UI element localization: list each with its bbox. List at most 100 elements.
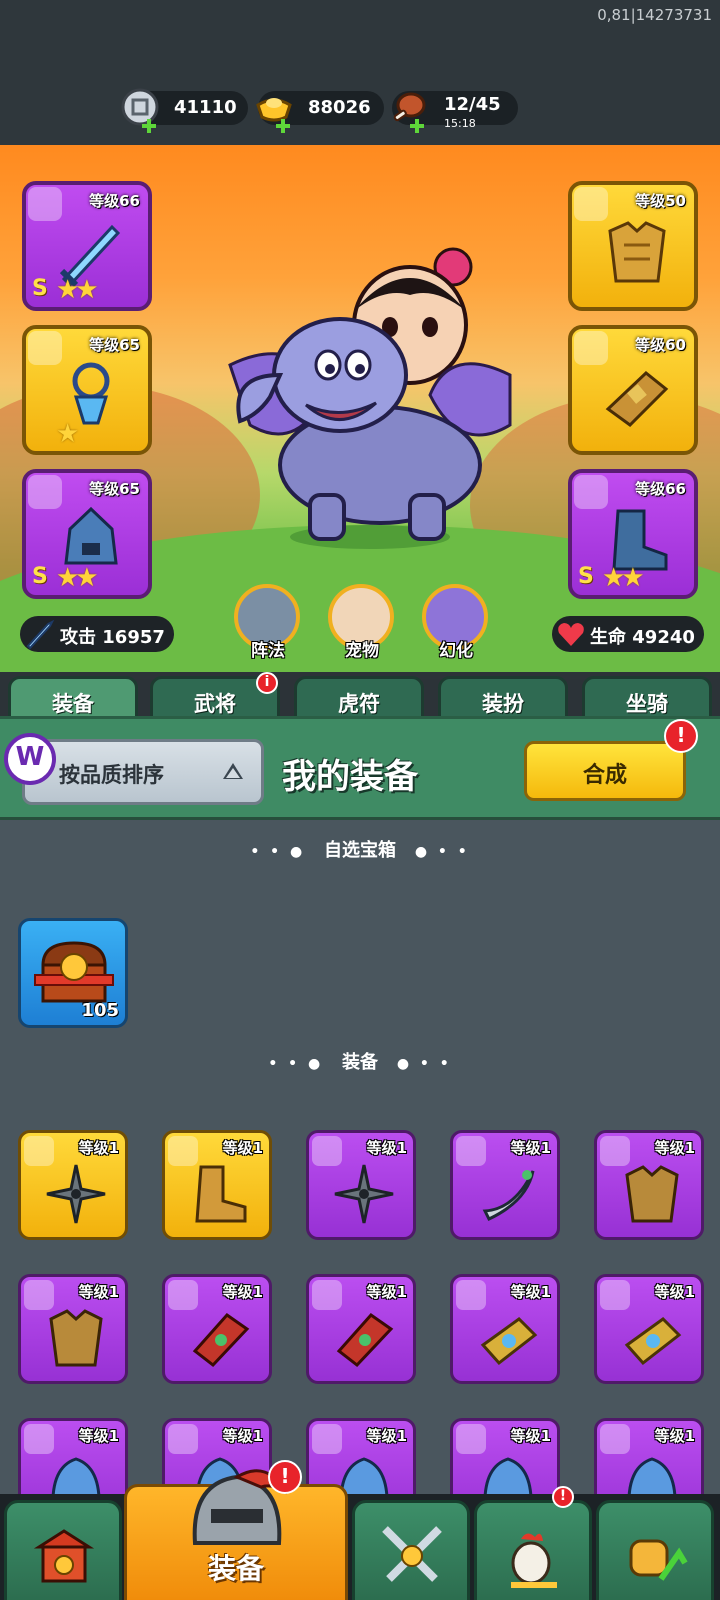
- pet-button[interactable]: 宠物: [324, 580, 400, 661]
- slot-level: 等级65: [89, 480, 140, 498]
- gold-resource[interactable]: 88026: [256, 91, 384, 133]
- bracer-icon: [605, 371, 669, 427]
- stamina-value: 12/45: [444, 94, 501, 115]
- debug-text: 0,81|14273731: [597, 6, 712, 24]
- item-level: 等级1: [366, 1283, 407, 1301]
- item-level: 等级1: [78, 1283, 119, 1301]
- item-level: 等级1: [78, 1139, 119, 1157]
- section-equip-title: • • ● 装备 ● • •: [0, 1048, 720, 1074]
- nav-upgrade-button[interactable]: [596, 1500, 714, 1600]
- page-title: 我的装备: [282, 757, 418, 797]
- nav-battle-button[interactable]: [352, 1500, 470, 1600]
- section-chest-title: • • ● 自选宝箱 ● • •: [0, 836, 720, 862]
- equipment-item[interactable]: 等级1: [306, 1274, 416, 1384]
- bracer-icon: [192, 1313, 250, 1368]
- section-label: 装备: [342, 1052, 378, 1073]
- gold-armor-icon: [608, 221, 666, 283]
- decor-dots: ● • •: [396, 1056, 452, 1072]
- nav-event-button[interactable]: [474, 1500, 592, 1600]
- nav-city-button[interactable]: [4, 1500, 122, 1600]
- plus-icon[interactable]: [276, 119, 290, 133]
- slot-level: 等级60: [635, 336, 686, 354]
- armor-icon: [49, 1309, 103, 1367]
- equipment-item[interactable]: 等级1: [18, 1130, 128, 1240]
- scimitar-icon: [482, 1170, 535, 1221]
- stamina-resource[interactable]: 12/45 15:18: [392, 91, 518, 133]
- slot-level: 等级66: [635, 480, 686, 498]
- item-level: 等级1: [222, 1139, 263, 1157]
- plus-icon[interactable]: [142, 119, 156, 133]
- star-rating: ★: [56, 419, 79, 449]
- hp-stat: 生命 49240: [552, 616, 704, 652]
- equipment-item[interactable]: 等级1: [162, 1130, 272, 1240]
- slot-level: 等级50: [635, 192, 686, 210]
- sort-label: 按品质排序: [59, 763, 164, 787]
- slot-level: 等级65: [89, 336, 140, 354]
- item-level: 等级1: [654, 1427, 695, 1445]
- fist-upgrade-icon: [629, 1539, 688, 1581]
- item-level: 等级1: [366, 1139, 407, 1157]
- rooster-icon: [511, 1533, 557, 1588]
- formation-label: 阵法: [251, 641, 285, 661]
- gold-value: 88026: [308, 97, 371, 118]
- equipment-item[interactable]: 等级1: [594, 1274, 704, 1384]
- star-rating: ★★: [602, 563, 645, 593]
- stamina-timer: 15:18: [444, 117, 476, 130]
- item-level: 等级1: [222, 1283, 263, 1301]
- pet-label: 宠物: [345, 641, 379, 661]
- grade-label: S: [32, 564, 48, 589]
- section-label: 自选宝箱: [324, 840, 396, 861]
- synthesize-label: 合成: [582, 763, 627, 788]
- item-level: 等级1: [78, 1427, 119, 1445]
- plus-icon[interactable]: [410, 119, 424, 133]
- hero-character[interactable]: [210, 225, 530, 555]
- alert-icon: !: [664, 719, 698, 753]
- synthesize-button[interactable]: 合成: [524, 741, 686, 801]
- boots-icon: [195, 1165, 247, 1223]
- slot-level: 等级66: [89, 192, 140, 210]
- equipment-item[interactable]: 等级1: [594, 1130, 704, 1240]
- alert-icon: !: [552, 1486, 574, 1508]
- item-level: 等级1: [654, 1283, 695, 1301]
- nav-equipment-button[interactable]: 装备: [124, 1469, 348, 1600]
- item-level: 等级1: [510, 1283, 551, 1301]
- item-level: 等级1: [654, 1139, 695, 1157]
- silver-value: 41110: [174, 97, 237, 118]
- tab-label: 武将: [194, 692, 236, 716]
- equipment-item[interactable]: 等级1: [162, 1274, 272, 1384]
- attack-value: 攻击 16957: [60, 627, 165, 648]
- nav-label: 装备: [207, 1552, 264, 1585]
- equipment-item[interactable]: 等级1: [450, 1274, 560, 1384]
- bottom-nav: 装备 ! !: [0, 1460, 720, 1600]
- item-level: 等级1: [510, 1427, 551, 1445]
- silver-resource[interactable]: 41110: [121, 88, 248, 133]
- overlay-logo-icon[interactable]: W: [4, 733, 56, 785]
- tab-label: 装备: [52, 692, 94, 716]
- formation-button[interactable]: 阵法: [230, 580, 306, 661]
- decor-dots: • • ●: [268, 1056, 324, 1072]
- equip-slot-boots[interactable]: 等级66 S ★★: [568, 469, 698, 599]
- sword-icon: [26, 619, 55, 650]
- top-bar: 0,81|14273731 41110 88026 12/45 15:18: [0, 0, 720, 145]
- equip-slot-bracer[interactable]: 等级60: [568, 325, 698, 455]
- equip-slot-amulet[interactable]: 等级65 ★: [22, 325, 152, 455]
- equipment-header: 按品质排序 W 我的装备 合成 !: [0, 716, 720, 820]
- equip-slot-weapon[interactable]: 等级66 S ★★: [22, 181, 152, 311]
- sort-by-quality-button[interactable]: 按品质排序: [22, 739, 264, 805]
- optional-chest-item[interactable]: 105: [18, 918, 128, 1028]
- equipment-item[interactable]: 等级1: [450, 1130, 560, 1240]
- equipment-item[interactable]: 等级1: [306, 1130, 416, 1240]
- item-level: 等级1: [222, 1427, 263, 1445]
- equip-slot-helmet[interactable]: 等级65 S ★★: [22, 469, 152, 599]
- armor-icon: [625, 1165, 679, 1223]
- info-alert-icon: i: [256, 672, 278, 694]
- star-rating: ★★: [56, 563, 99, 593]
- grade-label: S: [578, 564, 594, 589]
- equip-slot-armor[interactable]: 等级50: [568, 181, 698, 311]
- transform-button[interactable]: 幻化: [418, 580, 494, 661]
- tab-label: 装扮: [482, 692, 524, 716]
- decor-dots: ● • •: [414, 844, 470, 860]
- logo-letter: W: [15, 742, 45, 772]
- equipment-item[interactable]: 等级1: [18, 1274, 128, 1384]
- heart-icon: [558, 623, 584, 646]
